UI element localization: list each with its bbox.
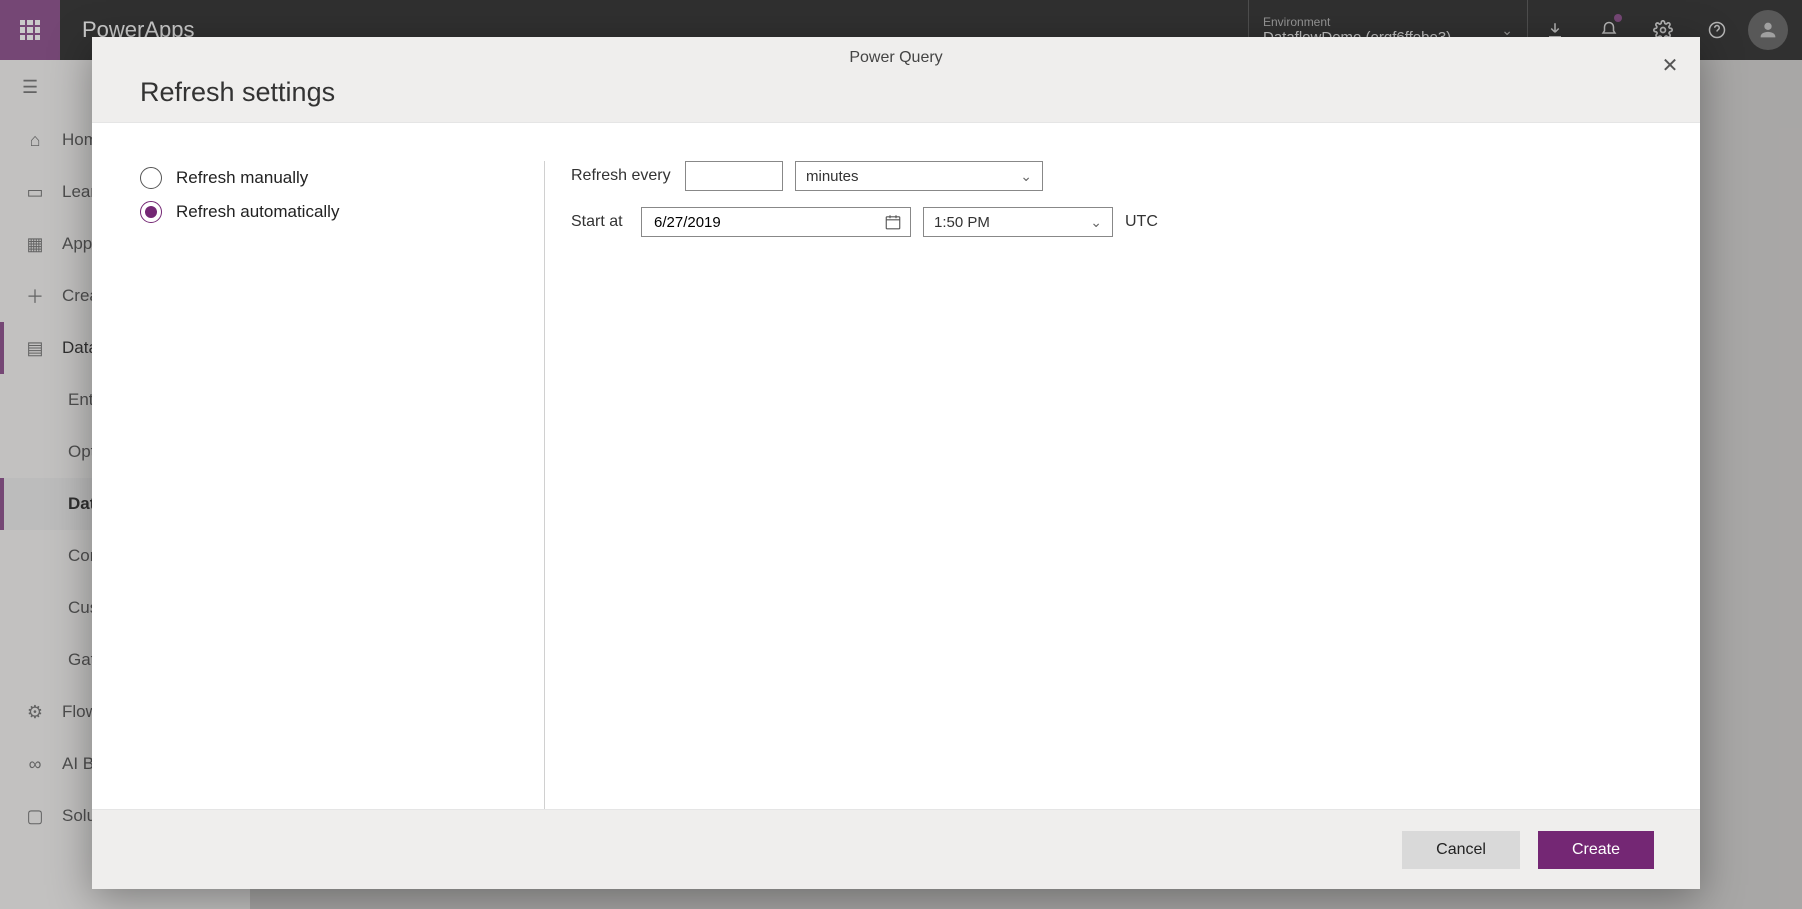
start-at-row: Start at 1:50 PM ⌄ UTC — [571, 207, 1158, 237]
modal-title: Refresh settings — [140, 77, 335, 108]
refresh-options: Refresh manually Refresh automatically — [140, 161, 545, 809]
refresh-every-row: Refresh every minutes ⌄ — [571, 161, 1158, 191]
chevron-down-icon: ⌄ — [1020, 168, 1032, 185]
chevron-down-icon: ⌄ — [1090, 214, 1102, 231]
radio-unchecked-icon — [140, 167, 162, 189]
refresh-form: Refresh every minutes ⌄ Start at 1:50 PM — [545, 161, 1158, 809]
refresh-every-label: Refresh every — [571, 167, 673, 185]
refresh-manually-option[interactable]: Refresh manually — [140, 161, 514, 195]
select-value: 1:50 PM — [934, 214, 990, 231]
modal-close-button[interactable]: ✕ — [1656, 51, 1684, 79]
modal-header: Power Query Refresh settings ✕ — [92, 37, 1700, 123]
date-text-input[interactable] — [654, 214, 854, 231]
option-label: Refresh manually — [176, 168, 308, 188]
close-icon: ✕ — [1662, 53, 1679, 78]
refresh-automatically-option[interactable]: Refresh automatically — [140, 195, 514, 229]
modal-subtitle: Power Query — [92, 49, 1700, 67]
option-label: Refresh automatically — [176, 202, 339, 222]
refresh-unit-select[interactable]: minutes ⌄ — [795, 161, 1043, 191]
timezone-label: UTC — [1125, 213, 1158, 231]
start-time-select[interactable]: 1:50 PM ⌄ — [923, 207, 1113, 237]
start-at-label: Start at — [571, 213, 629, 231]
start-date-input[interactable] — [641, 207, 911, 237]
modal-body: Refresh manually Refresh automatically R… — [92, 123, 1700, 809]
select-value: minutes — [806, 168, 859, 185]
calendar-icon[interactable] — [884, 213, 902, 231]
radio-checked-icon — [140, 201, 162, 223]
cancel-button[interactable]: Cancel — [1402, 831, 1520, 869]
create-button[interactable]: Create — [1538, 831, 1654, 869]
refresh-interval-input[interactable] — [685, 161, 783, 191]
refresh-settings-modal: Power Query Refresh settings ✕ Refresh m… — [92, 37, 1700, 889]
modal-footer: Cancel Create — [92, 809, 1700, 889]
